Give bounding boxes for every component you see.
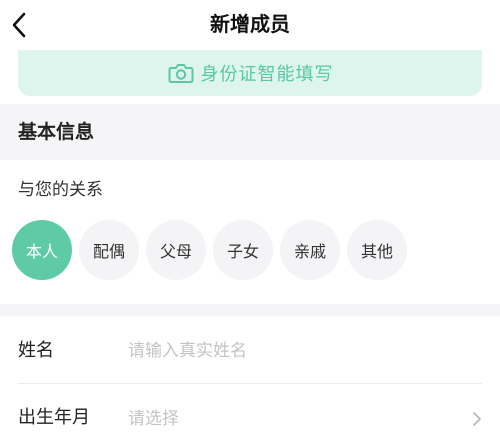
id-card-smart-fill-button[interactable]: 身份证智能填写 bbox=[18, 50, 482, 96]
relation-label: 与您的关系 bbox=[18, 180, 103, 200]
camera-icon bbox=[168, 64, 193, 83]
add-member-page: 新增成员 身份证智能填写 基本信息 与您的关系 本人 配偶 父母 子女 亲戚 其… bbox=[0, 0, 500, 438]
relation-chip-other[interactable]: 其他 bbox=[347, 220, 407, 280]
nav-bar: 新增成员 bbox=[0, 0, 500, 50]
basic-info-header: 基本信息 bbox=[0, 104, 500, 160]
relation-chips: 本人 配偶 父母 子女 亲戚 其他 bbox=[12, 220, 414, 280]
row-divider bbox=[18, 383, 482, 384]
section-title: 基本信息 bbox=[18, 121, 95, 143]
relation-chip-children[interactable]: 子女 bbox=[213, 220, 273, 280]
chevron-right-icon bbox=[473, 412, 481, 426]
birth-label: 出生年月 bbox=[18, 407, 90, 428]
page-title: 新增成员 bbox=[210, 12, 290, 36]
section-divider bbox=[0, 304, 500, 316]
relation-chip-relatives[interactable]: 亲戚 bbox=[280, 220, 340, 280]
birth-select[interactable]: 请选择 bbox=[128, 407, 179, 431]
name-row: 姓名 bbox=[0, 318, 500, 384]
name-input[interactable] bbox=[128, 336, 458, 366]
id-fill-label: 身份证智能填写 bbox=[200, 64, 334, 85]
name-label: 姓名 bbox=[18, 340, 54, 361]
birth-row[interactable]: 出生年月 请选择 bbox=[0, 385, 500, 438]
relation-chip-spouse[interactable]: 配偶 bbox=[79, 220, 139, 280]
relation-chip-parents[interactable]: 父母 bbox=[146, 220, 206, 280]
relation-chip-self[interactable]: 本人 bbox=[12, 220, 72, 280]
